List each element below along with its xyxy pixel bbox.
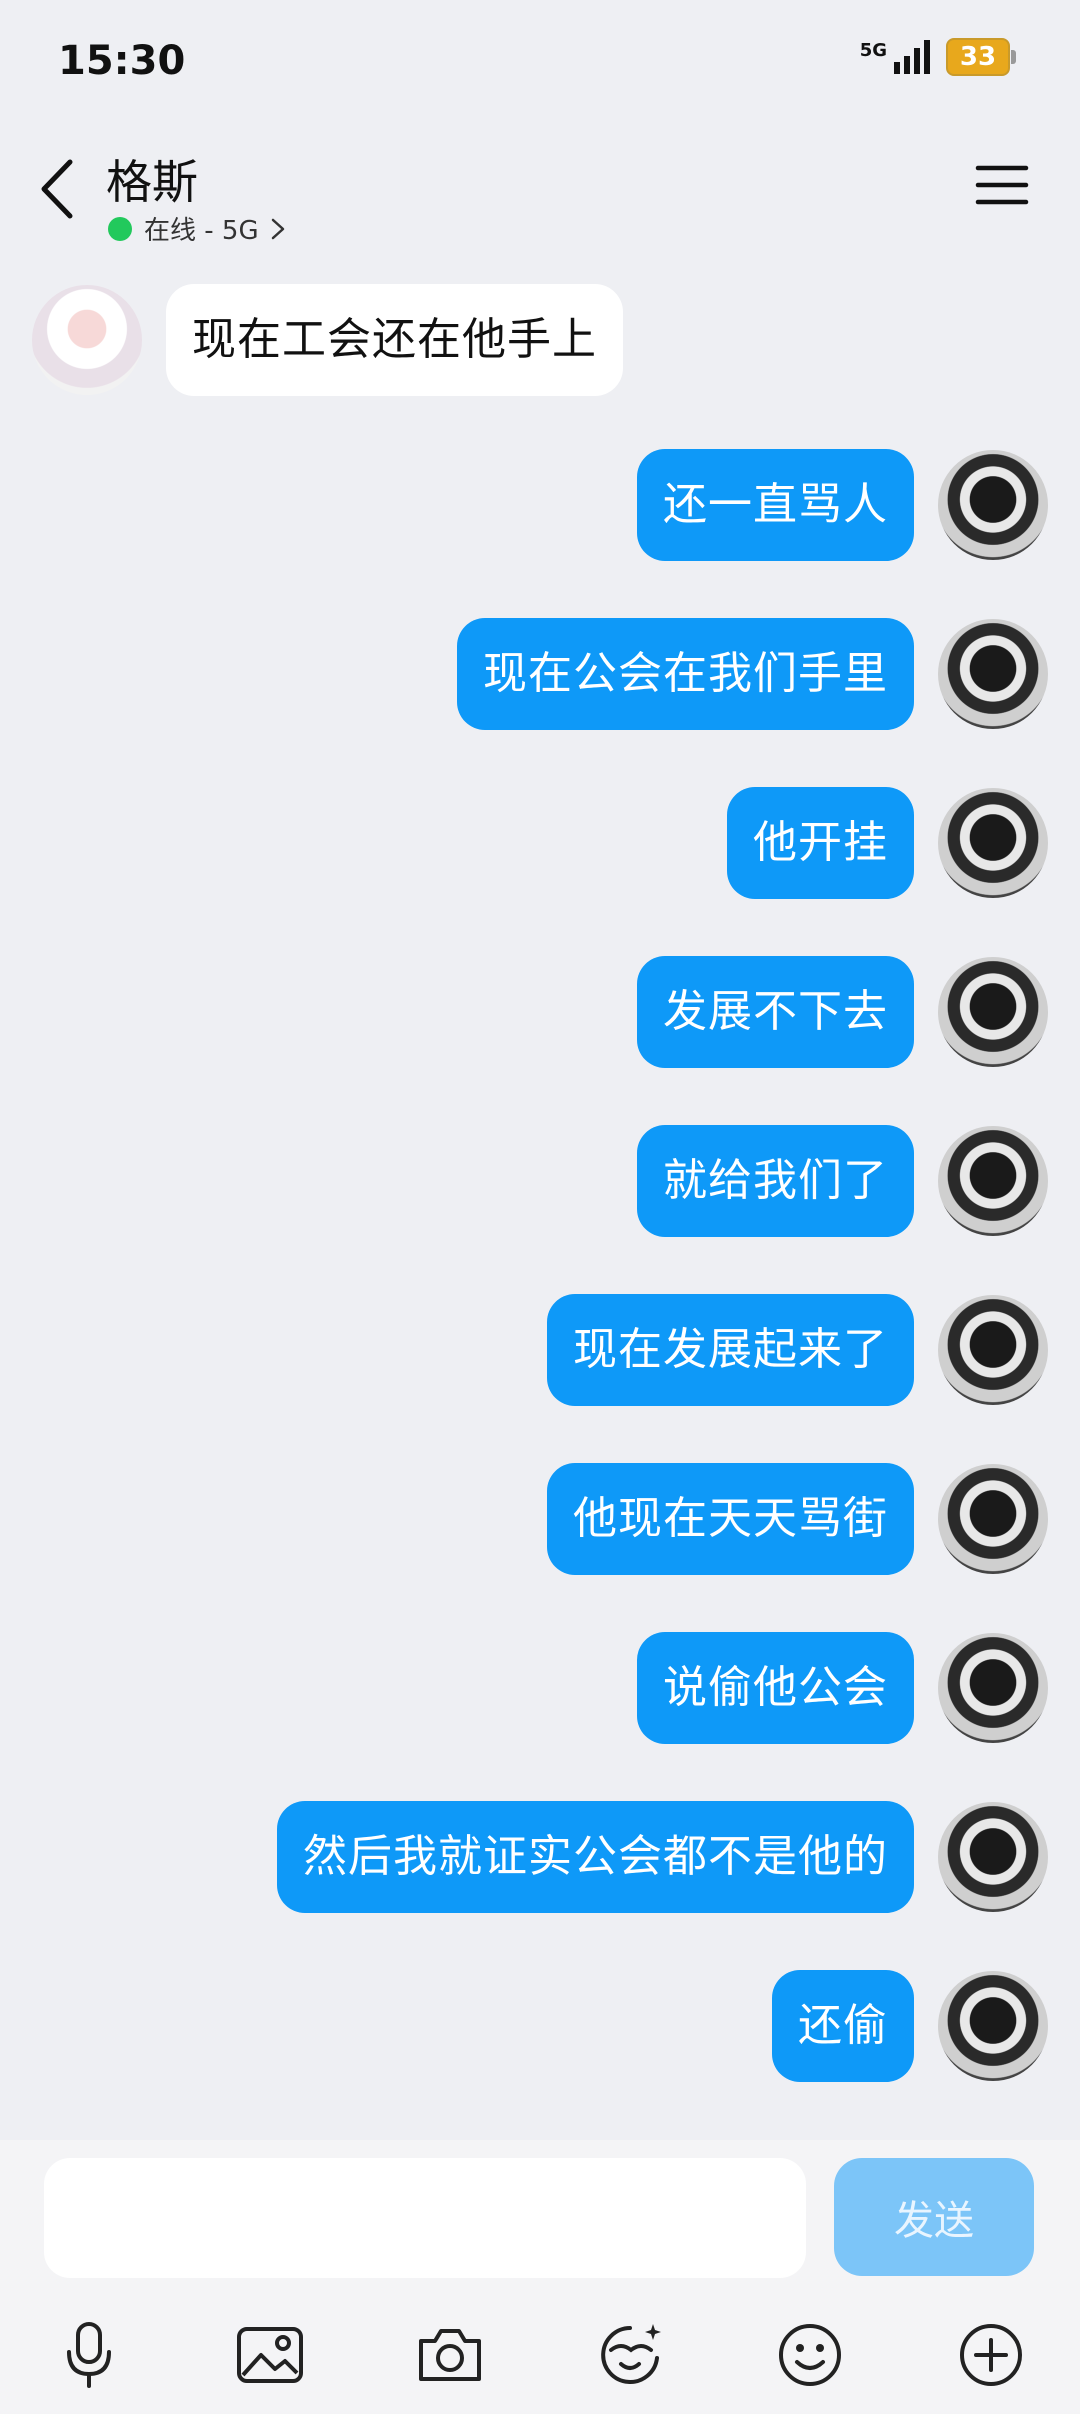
emoji-icon[interactable] xyxy=(765,2310,855,2400)
message-bubble[interactable]: 还偷 xyxy=(772,1970,914,2082)
message-row-outgoing: 还一直骂人 xyxy=(637,449,1048,561)
camera-icon[interactable] xyxy=(405,2310,495,2400)
message-row-outgoing: 还偷 xyxy=(772,1970,1048,2082)
my-avatar[interactable] xyxy=(938,1971,1048,2081)
message-bubble[interactable]: 然后我就证实公会都不是他的 xyxy=(277,1801,914,1913)
network-type: 5G xyxy=(860,40,932,74)
message-row-outgoing: 然后我就证实公会都不是他的 xyxy=(277,1801,1048,1913)
contact-name[interactable]: 格斯 xyxy=(106,146,198,212)
message-row-outgoing: 发展不下去 xyxy=(637,956,1048,1068)
message-bubble[interactable]: 就给我们了 xyxy=(637,1125,914,1237)
message-bubble[interactable]: 说偷他公会 xyxy=(637,1632,914,1744)
contact-avatar[interactable] xyxy=(32,285,142,395)
my-avatar[interactable] xyxy=(938,619,1048,729)
battery-level: 33 xyxy=(959,42,997,72)
image-icon[interactable] xyxy=(225,2310,315,2400)
contact-status[interactable]: 在线 - 5G xyxy=(108,210,289,247)
chat-header: 格斯 在线 - 5G xyxy=(0,130,1080,255)
chevron-right-icon xyxy=(271,218,284,239)
my-avatar[interactable] xyxy=(938,1464,1048,1574)
message-bubble[interactable]: 他开挂 xyxy=(727,787,914,899)
my-avatar[interactable] xyxy=(938,1802,1048,1912)
battery-icon: 33 xyxy=(946,38,1016,76)
signal-icon xyxy=(894,40,930,74)
message-bubble[interactable]: 发展不下去 xyxy=(637,956,914,1068)
message-row-outgoing: 说偷他公会 xyxy=(637,1632,1048,1744)
message-row-outgoing: 他开挂 xyxy=(727,787,1048,899)
microphone-icon[interactable] xyxy=(44,2310,134,2400)
my-avatar[interactable] xyxy=(938,1633,1048,1743)
message-bubble[interactable]: 现在工会还在他手上 xyxy=(166,284,623,396)
status-bar: 15:30 5G 33 xyxy=(0,0,1080,120)
send-button[interactable]: 发送 xyxy=(834,2158,1034,2276)
composer-toolbar xyxy=(0,2310,1080,2400)
my-avatar[interactable] xyxy=(938,1126,1048,1236)
message-bubble[interactable]: 现在公会在我们手里 xyxy=(457,618,914,730)
my-avatar[interactable] xyxy=(938,450,1048,560)
chevron-left-icon[interactable] xyxy=(34,154,84,224)
contact-status-text: 在线 - 5G xyxy=(144,216,259,246)
message-bubble[interactable]: 他现在天天骂街 xyxy=(547,1463,914,1575)
my-avatar[interactable] xyxy=(938,788,1048,898)
plus-icon[interactable] xyxy=(946,2310,1036,2400)
message-row-outgoing: 他现在天天骂街 xyxy=(547,1463,1048,1575)
message-row-incoming: 现在工会还在他手上 xyxy=(32,284,623,396)
message-row-outgoing: 现在公会在我们手里 xyxy=(457,618,1048,730)
my-avatar[interactable] xyxy=(938,957,1048,1067)
status-icons: 5G 33 xyxy=(860,38,1016,76)
message-row-outgoing: 现在发展起来了 xyxy=(547,1294,1048,1406)
message-row-outgoing: 就给我们了 xyxy=(637,1125,1048,1237)
message-bubble[interactable]: 现在发展起来了 xyxy=(547,1294,914,1406)
composer: 发送 xyxy=(0,2140,1080,2414)
online-dot xyxy=(108,216,132,241)
sticker-icon[interactable] xyxy=(585,2310,675,2400)
status-time: 15:30 xyxy=(58,38,186,84)
hamburger-menu-icon[interactable] xyxy=(974,160,1030,210)
network-label: 5G xyxy=(859,40,887,61)
message-bubble[interactable]: 还一直骂人 xyxy=(637,449,914,561)
message-input[interactable] xyxy=(44,2158,806,2278)
my-avatar[interactable] xyxy=(938,1295,1048,1405)
